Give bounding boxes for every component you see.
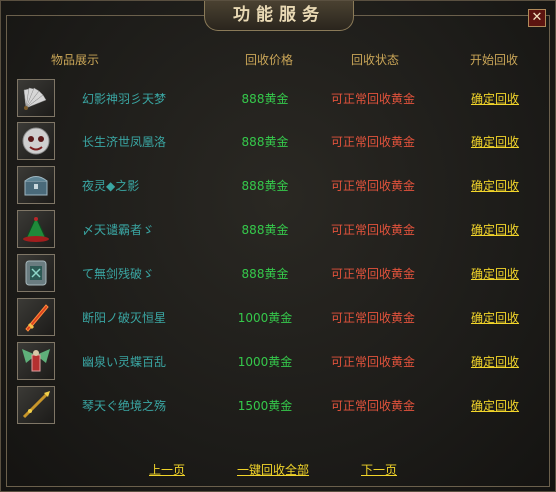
chest-icon xyxy=(17,166,55,204)
item-row: 夜灵◆之影 888黄金 可正常回收黄金 确定回收 xyxy=(13,164,547,206)
header-action: 开始回收 xyxy=(470,53,519,67)
item-price: 888黄金 xyxy=(241,92,289,106)
item-price: 1500黄金 xyxy=(237,399,293,413)
item-price: 888黄金 xyxy=(241,267,289,281)
item-status: 可正常回收黄金 xyxy=(330,179,415,193)
item-name: 幽泉い灵蝶百乱 xyxy=(82,355,167,369)
item-status: 可正常回收黄金 xyxy=(330,399,415,413)
item-row: て無剑残破ゞ 888黄金 可正常回收黄金 确定回收 xyxy=(13,252,547,294)
confirm-recycle-link[interactable]: 确定回收 xyxy=(460,265,530,282)
item-name: 长生济世凤凰洛 xyxy=(82,135,167,149)
winged-armor-icon xyxy=(17,342,55,380)
confirm-recycle-link[interactable]: 确定回收 xyxy=(460,353,530,370)
close-button[interactable]: ✕ xyxy=(528,9,546,27)
prev-page-link[interactable]: 上一页 xyxy=(149,461,185,478)
item-price: 1000黄金 xyxy=(237,355,293,369)
header-price: 回收价格 xyxy=(245,53,294,67)
item-name: 夜灵◆之影 xyxy=(82,179,140,193)
item-name: て無剑残破ゞ xyxy=(82,267,155,281)
item-name: 〆天谴霸者ゞ xyxy=(82,223,155,237)
confirm-recycle-link[interactable]: 确定回收 xyxy=(460,133,530,150)
item-price: 888黄金 xyxy=(241,135,289,149)
item-row: 幽泉い灵蝶百乱 1000黄金 可正常回收黄金 确定回收 xyxy=(13,340,547,382)
item-status: 可正常回收黄金 xyxy=(330,135,415,149)
confirm-recycle-link[interactable]: 确定回收 xyxy=(460,309,530,326)
item-status: 可正常回收黄金 xyxy=(330,311,415,325)
ghost-mask-icon xyxy=(17,122,55,160)
item-row: 长生济世凤凰洛 888黄金 可正常回收黄金 确定回收 xyxy=(13,120,547,162)
feather-fan-icon xyxy=(17,79,55,117)
confirm-recycle-link[interactable]: 确定回收 xyxy=(460,221,530,238)
header-item: 物品展示 xyxy=(51,53,100,67)
stone-tablet-icon xyxy=(17,254,55,292)
next-page-link[interactable]: 下一页 xyxy=(361,461,397,478)
item-name: 断阳ノ破灭恒星 xyxy=(82,311,167,325)
flame-sword-icon xyxy=(17,298,55,336)
item-row: 幻影神羽彡天梦 888黄金 可正常回收黄金 确定回收 xyxy=(13,77,547,119)
item-status: 可正常回收黄金 xyxy=(330,355,415,369)
green-hat-icon xyxy=(17,210,55,248)
item-row: 琴天ぐ绝境之殇 1500黄金 可正常回收黄金 确定回收 xyxy=(13,384,547,426)
header-status: 回收状态 xyxy=(351,53,400,67)
item-price: 888黄金 xyxy=(241,223,289,237)
confirm-recycle-link[interactable]: 确定回收 xyxy=(460,90,530,107)
item-row: 〆天谴霸者ゞ 888黄金 可正常回收黄金 确定回收 xyxy=(13,208,547,250)
confirm-recycle-link[interactable]: 确定回收 xyxy=(460,177,530,194)
confirm-recycle-link[interactable]: 确定回收 xyxy=(460,397,530,414)
item-price: 888黄金 xyxy=(241,179,289,193)
item-status: 可正常回收黄金 xyxy=(330,223,415,237)
recycle-all-link[interactable]: 一键回收全部 xyxy=(237,461,309,478)
recycle-dialog: 功能服务 ✕ 物品展示 回收价格 回收状态 开始回收 幻影神羽彡天梦 888黄金… xyxy=(0,0,556,492)
item-status: 可正常回收黄金 xyxy=(330,92,415,106)
item-status: 可正常回收黄金 xyxy=(330,267,415,281)
item-row: 断阳ノ破灭恒星 1000黄金 可正常回收黄金 确定回收 xyxy=(13,296,547,338)
item-name: 幻影神羽彡天梦 xyxy=(82,92,167,106)
dialog-title: 功能服务 xyxy=(233,5,325,25)
item-name: 琴天ぐ绝境之殇 xyxy=(82,399,167,413)
item-price: 1000黄金 xyxy=(237,311,293,325)
title-plate: 功能服务 xyxy=(204,1,354,31)
golden-spear-icon xyxy=(17,386,55,424)
